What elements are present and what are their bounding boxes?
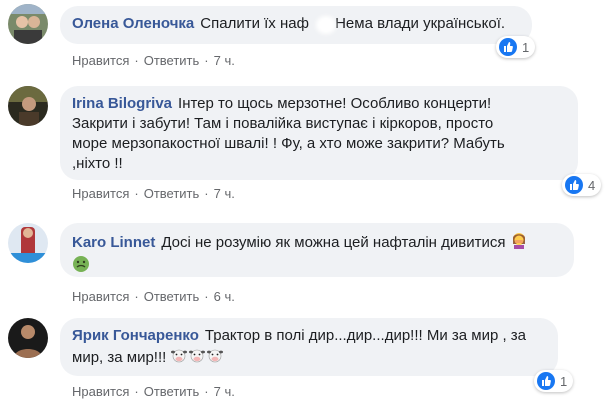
reaction-count[interactable]: 1 (534, 370, 574, 392)
reaction-count[interactable]: 4 (562, 174, 602, 196)
comment-time[interactable]: 7 ч. (214, 186, 235, 201)
like-icon (565, 176, 583, 194)
separator: · (204, 384, 209, 399)
reaction-number: 4 (588, 177, 596, 193)
comment-author[interactable]: Олена Оленочка (72, 15, 194, 32)
avatar[interactable] (8, 318, 48, 358)
comment-author[interactable]: Irina Bilogriva (72, 95, 172, 112)
separator: · (204, 186, 209, 201)
reaction-number: 1 (560, 373, 568, 389)
reply-link[interactable]: Ответить (144, 289, 200, 304)
avatar[interactable] (8, 86, 48, 126)
reaction-count[interactable]: 1 (496, 36, 536, 58)
reply-link[interactable]: Ответить (144, 53, 200, 68)
comment-text: Досі не розумію як можна цей нафталін ди… (161, 233, 506, 251)
comment-actions: Нравится · Ответить · 6 ч. (72, 289, 235, 305)
separator: · (204, 53, 209, 68)
comment-4: Ярик Гончаренко Трактор в полі дир...дир.… (0, 314, 616, 404)
separator: · (134, 53, 139, 68)
reply-link[interactable]: Ответить (144, 384, 200, 399)
avatar[interactable] (8, 4, 48, 44)
comment-text-line: Закрити і забути! Там і повалійка виступ… (72, 115, 494, 132)
comment-3: Karo Linnet Досі не розумію як можна цей … (0, 219, 616, 309)
separator: · (134, 384, 139, 399)
comment-text-line: мир, за мир!!! (72, 348, 167, 366)
separator: · (134, 289, 139, 304)
comment-text-line: Інтер то щось мерзотне! Особливо концерт… (178, 95, 492, 112)
comment-time[interactable]: 7 ч. (214, 384, 235, 399)
nauseated-face-emoji (72, 255, 90, 279)
redaction-blur (316, 16, 336, 34)
comment-text-line: море мерзопакостної швалі! ! Фу, а хто м… (72, 135, 505, 152)
like-link[interactable]: Нравится (72, 186, 129, 201)
comment-bubble: Олена Оленочка Спалити їх наф Нема влади … (60, 6, 532, 44)
comment-time[interactable]: 6 ч. (214, 289, 235, 304)
reaction-number: 1 (522, 39, 530, 55)
separator: · (134, 186, 139, 201)
comment-actions: Нравится · Ответить · 7 ч. (72, 53, 235, 69)
comment-bubble: Karo Linnet Досі не розумію як можна цей … (60, 223, 574, 277)
comment-author[interactable]: Ярик Гончаренко (72, 327, 199, 344)
like-link[interactable]: Нравится (72, 289, 129, 304)
comment-author[interactable]: Karo Linnet (72, 234, 155, 251)
like-link[interactable]: Нравится (72, 384, 129, 399)
comment-actions: Нравится · Ответить · 7 ч. (72, 384, 235, 400)
woman-facepalming-emoji (510, 231, 528, 255)
comment-text-continued: Нема влади української. (330, 15, 506, 32)
comment-time[interactable]: 7 ч. (214, 53, 235, 68)
like-icon (537, 372, 555, 390)
cow-emoji (188, 346, 206, 370)
comment-1: Олена Оленочка Спалити їх наф Нема влади … (0, 0, 616, 80)
avatar[interactable] (8, 223, 48, 263)
like-link[interactable]: Нравится (72, 53, 129, 68)
comment-bubble: Irina Bilogriva Інтер то щось мерзотне! О… (60, 86, 578, 180)
comment-text-line: Трактор в полі дир...дир...дир!!! Ми за … (204, 327, 527, 344)
comment-text: Спалити їх наф (200, 15, 309, 32)
separator: · (204, 289, 209, 304)
comment-2: Irina Bilogriva Інтер то щось мерзотне! О… (0, 82, 616, 207)
comment-bubble: Ярик Гончаренко Трактор в полі дир...дир.… (60, 318, 558, 376)
comment-text-line: ,ніхто !! (72, 155, 123, 172)
cow-emoji (170, 346, 188, 370)
like-icon (499, 38, 517, 56)
reply-link[interactable]: Ответить (144, 186, 200, 201)
comment-actions: Нравится · Ответить · 7 ч. (72, 186, 235, 202)
cow-emoji (206, 346, 224, 370)
